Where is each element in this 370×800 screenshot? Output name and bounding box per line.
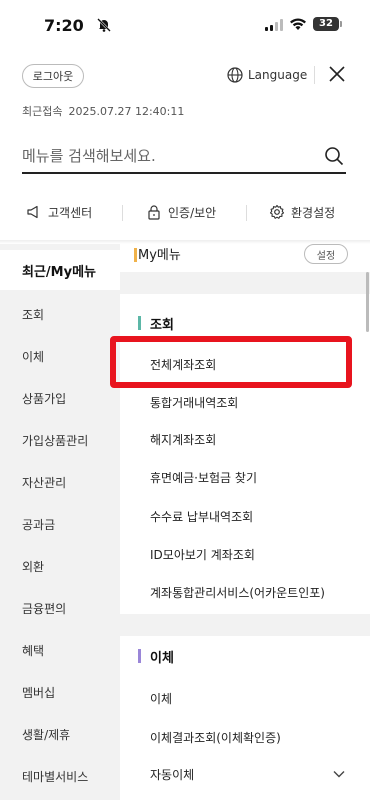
menu-link-closed-accounts[interactable]: 해지계좌조회 (150, 431, 216, 448)
menu-link-id-accounts[interactable]: ID모아보기 계좌조회 (150, 546, 255, 563)
last-login: 최근접속 2025.07.27 12:40:11 (22, 103, 184, 119)
language-button[interactable]: Language (227, 65, 307, 85)
menu-search (22, 142, 346, 174)
sidebar-item-asset-management[interactable]: 자산관리 (0, 462, 120, 502)
transfer-section-accent (138, 649, 141, 663)
transfer-section-title: 이체 (150, 651, 174, 666)
sidebar-item-product-management[interactable]: 가입상품관리 (0, 420, 120, 460)
sidebar-item-lifestyle[interactable]: 생활/제휴 (0, 714, 120, 754)
sidebar-item-products[interactable]: 상품가입 (0, 378, 120, 418)
sidebar-item-transfer[interactable]: 이체 (0, 336, 120, 376)
search-input[interactable] (22, 142, 312, 170)
cellular-signal-icon (265, 19, 283, 31)
sidebar-item-foreign-exchange[interactable]: 외환 (0, 546, 120, 586)
my-menu-title: My메뉴 (138, 248, 181, 263)
highlight-box (110, 336, 352, 388)
customer-center-button[interactable]: 고객센터 (26, 204, 92, 221)
menu-link-dormant-deposits[interactable]: 휴면예금·보험금 찾기 (150, 469, 257, 486)
my-menu-accent (134, 248, 137, 262)
sidebar-item-financial-convenience[interactable]: 금융편의 (0, 588, 120, 628)
menu-link-transaction-history[interactable]: 통합거래내역조회 (150, 394, 238, 411)
status-bar: 7:20 32 (0, 0, 370, 50)
language-label: Language (248, 68, 308, 82)
settings-button[interactable]: 환경설정 (269, 204, 335, 221)
wifi-icon (290, 18, 306, 30)
battery-icon: 32 (313, 17, 342, 31)
sidebar-item-membership[interactable]: 멤버십 (0, 672, 120, 712)
menu-link-account-info[interactable]: 계좌통합관리서비스(어카운트인포) (150, 584, 325, 601)
section-spacer (120, 272, 370, 294)
inquiry-section-title: 조회 (150, 318, 174, 333)
scrollbar[interactable] (366, 272, 369, 332)
security-button[interactable]: 인증/보안 (146, 204, 216, 221)
header-divider (314, 66, 315, 84)
globe-icon (227, 67, 243, 83)
last-login-label: 최근접속 (22, 105, 63, 118)
gear-icon (269, 204, 285, 219)
bell-off-icon (97, 18, 111, 32)
last-login-time: 2025.07.27 12:40:11 (68, 105, 185, 118)
sidebar-item-theme-services[interactable]: 테마별서비스 (0, 756, 120, 796)
category-sidebar: 최근/My메뉴 조회 이체 상품가입 가입상품관리 자산관리 공과금 외환 금융… (0, 244, 120, 800)
chevron-down-icon[interactable] (332, 767, 346, 781)
security-label: 인증/보안 (168, 205, 217, 220)
my-menu-settings-button[interactable]: 설정 (304, 244, 348, 264)
section-spacer (120, 614, 370, 636)
quick-links: 고객센터 인증/보안 환경설정 (0, 196, 370, 228)
settings-label: 환경설정 (291, 205, 336, 220)
menu-content: My메뉴 설정 조회 전체계좌조회 통합거래내역조회 해지계좌조회 휴면예금·보… (120, 244, 370, 800)
sidebar-item-benefits[interactable]: 혜택 (0, 630, 120, 670)
menu-link-auto-transfer[interactable]: 자동이체 (150, 766, 194, 783)
megaphone-icon (27, 205, 38, 219)
quick-divider (246, 205, 247, 221)
sidebar-item-utility-bills[interactable]: 공과금 (0, 504, 120, 544)
menu-link-transfer-results[interactable]: 이체결과조회(이체확인증) (150, 729, 281, 746)
logout-button[interactable]: 로그아웃 (22, 64, 84, 88)
customer-center-label: 고객센터 (48, 205, 93, 220)
quick-divider (122, 205, 123, 221)
status-time: 7:20 (44, 16, 84, 35)
close-icon[interactable] (328, 65, 346, 83)
sidebar-item-recent-my-menu[interactable]: 최근/My메뉴 (0, 250, 120, 290)
search-icon[interactable] (324, 146, 344, 166)
inquiry-section-accent (138, 316, 141, 330)
sidebar-item-inquiry[interactable]: 조회 (0, 294, 120, 334)
lock-icon (148, 205, 160, 220)
menu-link-transfer[interactable]: 이체 (150, 690, 172, 707)
menu-link-fee-history[interactable]: 수수료 납부내역조회 (150, 508, 253, 525)
